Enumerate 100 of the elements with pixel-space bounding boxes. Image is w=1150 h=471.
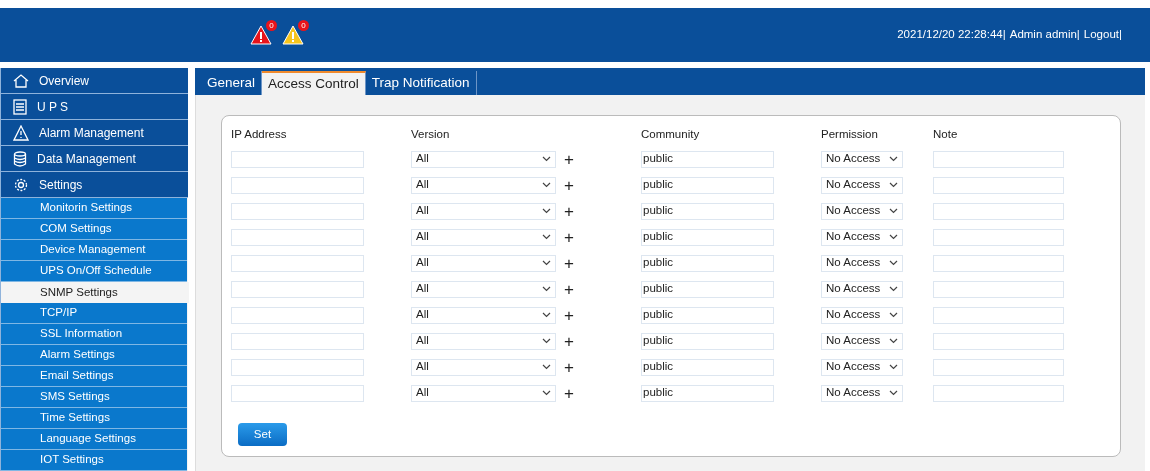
- tab[interactable]: Access Control: [262, 71, 366, 95]
- set-button[interactable]: Set: [238, 423, 287, 446]
- add-button[interactable]: +: [564, 254, 574, 272]
- sidebar-item[interactable]: Overview: [1, 68, 188, 94]
- version-dropdown[interactable]: All: [411, 202, 556, 220]
- ip-address-field[interactable]: [231, 280, 364, 298]
- chevron-down-icon: [542, 390, 551, 396]
- add-button[interactable]: +: [564, 384, 574, 402]
- chevron-down-icon: [889, 260, 898, 266]
- permission-dropdown[interactable]: No Access: [821, 176, 903, 194]
- chevron-down-icon: [889, 286, 898, 292]
- sidebar-item[interactable]: SSL Information: [1, 324, 187, 345]
- ip-address-field[interactable]: [231, 306, 364, 324]
- settings-icon: [13, 176, 29, 193]
- community-field[interactable]: public: [641, 228, 774, 246]
- ip-address-field[interactable]: [231, 202, 364, 220]
- sidebar-item[interactable]: Settings: [1, 172, 188, 198]
- community-field[interactable]: public: [641, 280, 774, 298]
- user-name: Admin admin|: [1009, 27, 1080, 43]
- community-field[interactable]: public: [641, 384, 774, 402]
- logout-link[interactable]: Logout|: [1083, 26, 1122, 44]
- note-field[interactable]: [933, 254, 1064, 272]
- note-field[interactable]: [933, 150, 1064, 168]
- chevron-down-icon: [889, 390, 898, 396]
- ip-address-field[interactable]: [231, 228, 364, 246]
- sidebar-item[interactable]: IOT Settings: [1, 450, 187, 471]
- permission-dropdown[interactable]: No Access: [821, 150, 903, 168]
- sidebar-item[interactable]: Data Management: [1, 146, 188, 172]
- note-field[interactable]: [933, 384, 1064, 402]
- sidebar-item[interactable]: SMS Settings: [1, 387, 187, 408]
- add-button[interactable]: +: [564, 306, 574, 324]
- permission-dropdown[interactable]: No Access: [821, 358, 903, 376]
- community-field[interactable]: public: [641, 176, 774, 194]
- sidebar-item[interactable]: COM Settings: [1, 219, 187, 240]
- community-field[interactable]: public: [641, 202, 774, 220]
- chevron-down-icon: [889, 312, 898, 318]
- add-button[interactable]: +: [564, 358, 574, 376]
- add-button[interactable]: +: [564, 228, 574, 246]
- home-icon: [13, 72, 29, 89]
- note-field[interactable]: [933, 228, 1064, 246]
- version-dropdown[interactable]: All: [411, 332, 556, 350]
- server-icon: [13, 98, 27, 115]
- ip-address-field[interactable]: [231, 358, 364, 376]
- version-dropdown[interactable]: All: [411, 254, 556, 272]
- ip-address-field[interactable]: [231, 384, 364, 402]
- note-field[interactable]: [933, 280, 1064, 298]
- sidebar-item[interactable]: UPS On/Off Schedule: [1, 261, 187, 282]
- sidebar-item[interactable]: Device Management: [1, 240, 187, 261]
- chevron-down-icon: [889, 182, 898, 188]
- note-field[interactable]: [933, 176, 1064, 194]
- sidebar-item[interactable]: Alarm Management: [1, 120, 188, 146]
- version-dropdown[interactable]: All: [411, 280, 556, 298]
- note-field[interactable]: [933, 202, 1064, 220]
- alarm-count-badge: 0: [298, 20, 309, 31]
- permission-dropdown[interactable]: No Access: [821, 228, 903, 246]
- permission-dropdown[interactable]: No Access: [821, 384, 903, 402]
- community-field[interactable]: public: [641, 306, 774, 324]
- version-dropdown[interactable]: All: [411, 358, 556, 376]
- note-field[interactable]: [933, 358, 1064, 376]
- community-field[interactable]: public: [641, 254, 774, 272]
- chevron-down-icon: [542, 364, 551, 370]
- ip-address-field[interactable]: [231, 150, 364, 168]
- column-header: Permission: [821, 128, 878, 141]
- version-dropdown[interactable]: All: [411, 176, 556, 194]
- permission-dropdown[interactable]: No Access: [821, 254, 903, 272]
- permission-dropdown[interactable]: No Access: [821, 332, 903, 350]
- sidebar-item[interactable]: Language Settings: [1, 429, 187, 450]
- add-button[interactable]: +: [564, 150, 574, 168]
- add-button[interactable]: +: [564, 176, 574, 194]
- chevron-down-icon: [542, 156, 551, 162]
- add-button[interactable]: +: [564, 280, 574, 298]
- sidebar-item[interactable]: TCP/IP: [1, 303, 187, 324]
- permission-dropdown[interactable]: No Access: [821, 280, 903, 298]
- column-header: Version: [411, 128, 450, 141]
- community-field[interactable]: public: [641, 358, 774, 376]
- note-field[interactable]: [933, 332, 1064, 350]
- community-field[interactable]: public: [641, 150, 774, 168]
- version-dropdown[interactable]: All: [411, 150, 556, 168]
- version-dropdown[interactable]: All: [411, 228, 556, 246]
- sidebar-item[interactable]: Monitorin Settings: [1, 198, 187, 219]
- chevron-down-icon: [889, 364, 898, 370]
- sidebar-item[interactable]: Alarm Settings: [1, 345, 187, 366]
- permission-dropdown[interactable]: No Access: [821, 202, 903, 220]
- version-dropdown[interactable]: All: [411, 306, 556, 324]
- chevron-down-icon: [542, 260, 551, 266]
- ip-address-field[interactable]: [231, 254, 364, 272]
- sidebar-item[interactable]: Time Settings: [1, 408, 187, 429]
- community-field[interactable]: public: [641, 332, 774, 350]
- chevron-down-icon: [889, 208, 898, 214]
- ip-address-field[interactable]: [231, 176, 364, 194]
- ip-address-field[interactable]: [231, 332, 364, 350]
- version-dropdown[interactable]: All: [411, 384, 556, 402]
- sidebar-item[interactable]: U P S: [1, 94, 188, 120]
- sidebar-item[interactable]: Email Settings: [1, 366, 187, 387]
- add-button[interactable]: +: [564, 332, 574, 350]
- alarm-count-badge: 0: [266, 20, 277, 31]
- add-button[interactable]: +: [564, 202, 574, 220]
- warning-icon: [250, 25, 272, 45]
- permission-dropdown[interactable]: No Access: [821, 306, 903, 324]
- note-field[interactable]: [933, 306, 1064, 324]
